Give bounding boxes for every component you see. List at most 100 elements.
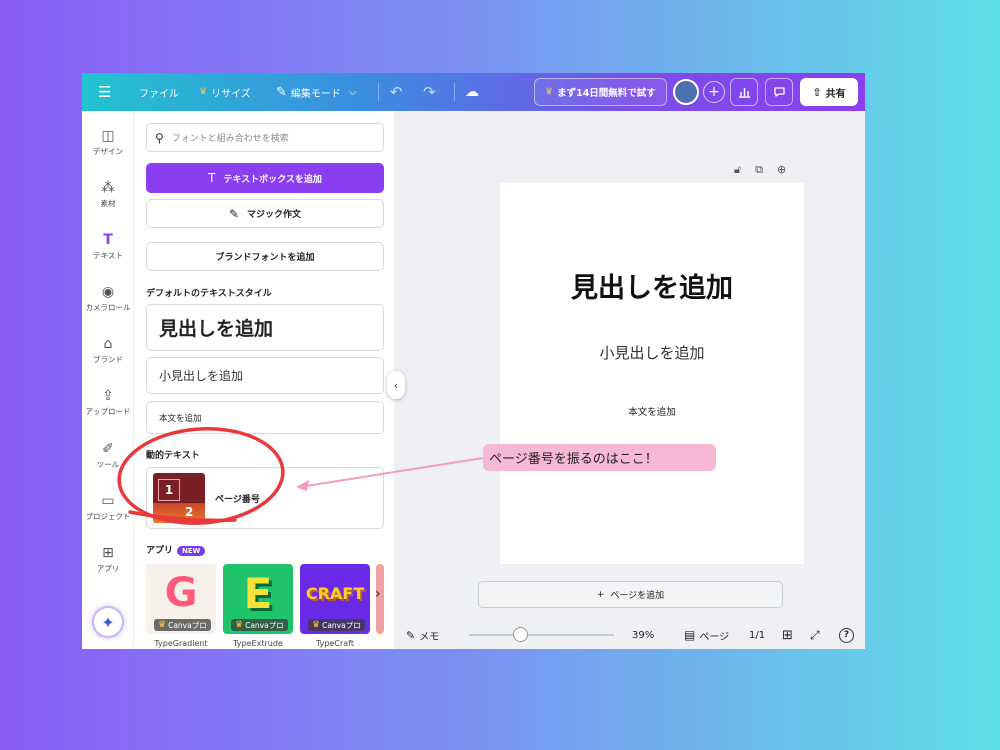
text-panel: ⚲ フォントと組み合わせを検索 T テキストボックスを追加 ✎ マジック作文 ブランド… [134,111,394,649]
add-page-button[interactable]: + ページを追加 [478,581,783,608]
rail-design[interactable]: ◫ デザイン [82,126,134,157]
cloud-save-icon[interactable]: ☁ [465,73,479,111]
notes-icon: ✎ [406,628,416,642]
design-icon: ◫ [101,128,115,144]
top-bar: ☰ ファイル ♛ リサイズ ✎ 編集モード ⌵ ↶ ↷ ☁ ♛ まず14日間無料で試す … [82,73,865,111]
zoom-level[interactable]: 39% [632,621,654,649]
app-name: TypeCraft [316,639,354,648]
app-logo: E [243,568,273,618]
fullscreen-icon[interactable]: ⤢ [810,621,820,649]
folder-icon: ▭ [101,493,115,509]
zoom-slider-handle[interactable] [513,627,528,642]
magic-write-button[interactable]: ✎ マジック作文 [146,199,384,228]
rail-projects[interactable]: ▭ プロジェクト [82,491,134,522]
thumb-number: 1 [158,479,180,501]
page-number-button[interactable]: 1 2 ページ番号 [146,467,384,529]
free-trial-button[interactable]: ♛ まず14日間無料で試す [534,78,667,106]
default-styles-title: デフォルトのテキストスタイル [146,289,272,299]
heading-style-button[interactable]: 見出しを追加 [146,304,384,351]
magic-assistant-icon[interactable]: ✦ [92,606,124,638]
analytics-icon[interactable] [730,78,758,106]
app-card-typecraft[interactable]: CRAFT ♛ Canvaプロ [300,564,370,634]
callout-label: ページ番号を振るのはここ！ [483,444,716,471]
rail-text[interactable]: T テキスト [82,230,134,261]
body-style-button[interactable]: 本文を追加 [146,401,384,434]
brand-icon: ⌂ [103,336,113,352]
share-button[interactable]: ⇧ 共有 [800,78,858,106]
chevron-right-icon[interactable]: › [375,586,381,602]
dynamic-text-title: 動的テキスト [146,451,200,461]
side-rail: ◫ デザイン ⁂ 素材 T テキスト ◉ カメラロール ⌂ ブランド ⇪ アップロード ✐ ツ… [82,111,134,649]
thumb-number: 2 [185,505,194,519]
search-icon: ⚲ [155,130,164,145]
pages-button[interactable]: ▤ ページ [684,621,729,649]
canvas-body-text[interactable]: 本文を追加 [500,404,804,418]
redo-icon[interactable]: ↷ [423,73,436,111]
share-icon: ⇧ [812,85,822,99]
pages-icon: ▤ [684,628,696,642]
zoom-slider[interactable] [469,634,614,636]
app-logo: G [164,570,198,616]
lock-icon[interactable]: 🔓︎ [734,163,741,177]
subheading-style-button[interactable]: 小見出しを追加 [146,357,384,394]
page-count[interactable]: 1/1 [749,621,765,649]
add-page-icon[interactable]: ⊕ [777,163,786,177]
undo-icon[interactable]: ↶ [390,73,403,111]
upload-icon: ⇪ [102,388,114,404]
app-logo: CRAFT [305,583,365,603]
apps-title: アプリ NEW [146,543,206,556]
text-icon: T [103,232,113,248]
rail-apps[interactable]: ⊞ アプリ [82,543,134,574]
search-input[interactable]: ⚲ フォントと組み合わせを検索 [146,123,384,152]
rail-brand[interactable]: ⌂ ブランド [82,334,134,365]
app-name: TypeExtrude [233,639,283,648]
chevron-down-icon: ⌵ [348,86,357,98]
help-icon[interactable]: ? [839,621,854,649]
edit-mode-dropdown[interactable]: ✎ 編集モード ⌵ [276,73,357,111]
app-card-typeextrude[interactable]: E ♛ Canvaプロ [223,564,293,634]
page-tools: 🔓︎ ⧉ ⊕ [734,163,786,177]
rail-upload[interactable]: ⇪ アップロード [82,386,134,417]
rail-camera-roll[interactable]: ◉ カメラロール [82,282,134,313]
add-brand-font-button[interactable]: ブランドフォントを追加 [146,242,384,271]
elements-icon: ⁂ [101,180,115,196]
canva-editor: ☰ ファイル ♛ リサイズ ✎ 編集モード ⌵ ↶ ↷ ☁ ♛ まず14日間無料で試す … [82,73,865,649]
magic-wand-icon: ✎ [228,206,240,221]
crown-icon: ♛ [235,620,244,630]
pro-badge: ♛ Canvaプロ [231,619,288,631]
duplicate-icon[interactable]: ⧉ [755,163,763,177]
pro-badge: ♛ Canvaプロ [154,619,211,631]
crown-icon: ♛ [199,87,208,97]
crown-icon: ♛ [545,87,554,97]
notes-button[interactable]: ✎ メモ [406,621,439,649]
divider [378,83,379,101]
comment-icon[interactable] [765,78,793,106]
text-icon: T [208,171,216,185]
pro-badge: ♛ Canvaプロ [308,619,365,631]
resize-button[interactable]: ♛ リサイズ [199,73,251,111]
add-collaborator-icon[interactable]: + [703,81,725,103]
canvas-heading[interactable]: 見出しを追加 [500,266,804,305]
app-card-typegradient[interactable]: G ♛ Canvaプロ [146,564,216,634]
pencil-icon: ✎ [276,84,287,100]
design-page[interactable]: 見出しを追加 小見出しを追加 本文を追加 [500,183,804,564]
file-menu[interactable]: ファイル [139,73,179,111]
crown-icon: ♛ [158,620,167,630]
avatar[interactable] [673,79,699,105]
collapse-panel-icon[interactable]: ‹ [387,371,405,399]
rail-tools[interactable]: ✐ ツール [82,439,134,470]
apps-icon: ⊞ [102,545,114,561]
new-badge: NEW [177,545,206,556]
bottom-bar: ✎ メモ 39% ▤ ページ 1/1 ⊞ ⤢ ? [394,621,865,649]
divider [454,83,455,101]
menu-icon[interactable]: ☰ [98,73,111,111]
app-name: TypeGradient [154,639,208,648]
add-textbox-button[interactable]: T テキストボックスを追加 [146,163,384,193]
page-number-thumbnail: 1 2 [153,473,205,523]
rail-elements[interactable]: ⁂ 素材 [82,178,134,209]
canvas-subheading[interactable]: 小見出しを追加 [500,342,804,363]
crown-icon: ♛ [312,620,321,630]
tools-icon: ✐ [102,441,114,457]
grid-view-icon[interactable]: ⊞ [782,621,793,649]
canvas-area: 🔓︎ ⧉ ⊕ 見出しを追加 小見出しを追加 本文を追加 + ページを追加 [394,111,865,649]
